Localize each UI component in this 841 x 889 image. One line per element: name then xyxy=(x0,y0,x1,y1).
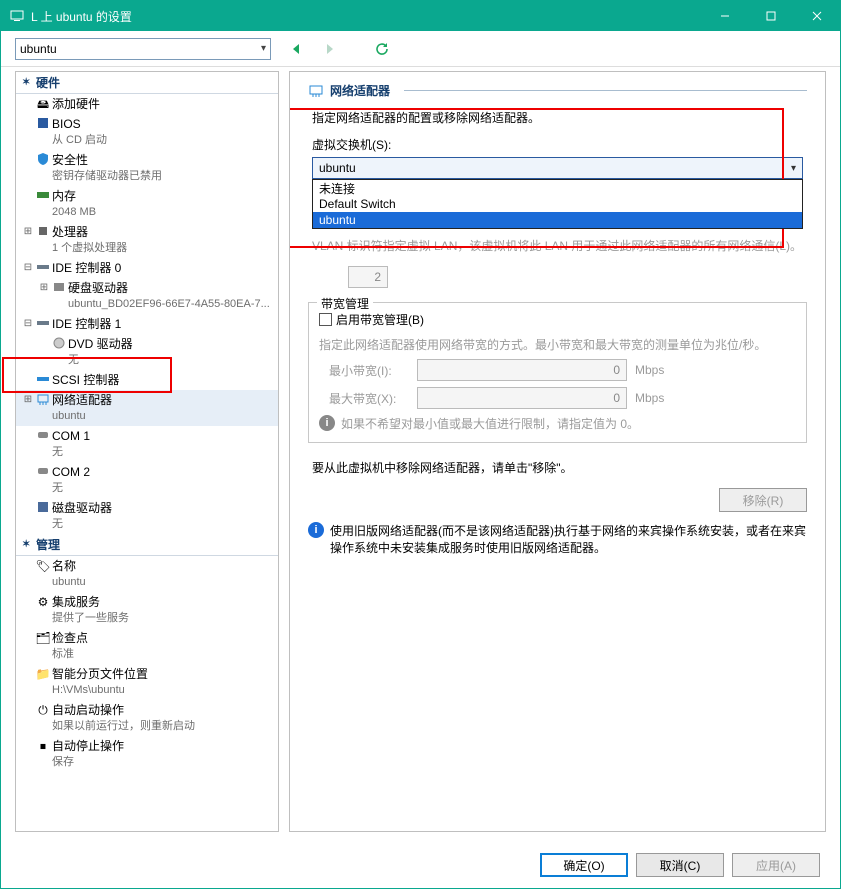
hdd-item[interactable]: ⊞硬盘驱动器ubuntu_BD02EF96-66E7-4A55-80EA-7..… xyxy=(16,278,278,314)
settings-window: L 上 ubuntu 的设置 ubuntu ▾ ✶硬件 🖴添加硬件 BIOS从 … xyxy=(0,0,841,889)
vswitch-option[interactable]: Default Switch xyxy=(313,196,802,212)
vswitch-current[interactable]: ubuntu ▾ xyxy=(312,157,803,179)
window-title: L 上 ubuntu 的设置 xyxy=(31,8,702,25)
controller-icon xyxy=(34,372,52,386)
name-item[interactable]: 🏷名称ubuntu xyxy=(16,556,278,592)
toolbar: ubuntu ▾ xyxy=(1,31,840,67)
minimize-button[interactable] xyxy=(702,1,748,31)
info-icon: i xyxy=(308,522,324,538)
add-hardware-item[interactable]: 🖴添加硬件 xyxy=(16,94,278,114)
vm-icon xyxy=(9,8,25,24)
refresh-button[interactable] xyxy=(373,40,391,58)
detail-panel: 网络适配器 指定网络适配器的配置或移除网络适配器。 虚拟交换机(S): ubun… xyxy=(289,71,826,832)
vlan-id-input: 2 xyxy=(348,266,388,288)
vswitch-option[interactable]: 未连接 xyxy=(313,180,802,196)
nic-icon xyxy=(34,392,52,406)
panel-header: 网络适配器 xyxy=(308,82,807,99)
titlebar: L 上 ubuntu 的设置 xyxy=(1,1,840,31)
legacy-info: 使用旧版网络适配器(而不是该网络适配器)执行基于网络的来宾操作系统安装，或者在来… xyxy=(330,522,807,556)
autostart-item[interactable]: ⏻自动启动操作如果以前运行过，则重新启动 xyxy=(16,700,278,736)
floppy-item[interactable]: 磁盘驱动器无 xyxy=(16,498,278,534)
bandwidth-group: 带宽管理 启用带宽管理(B) 指定此网络适配器使用网络带宽的方式。最小带宽和最大… xyxy=(308,302,807,443)
serial-icon xyxy=(34,428,52,442)
cancel-button[interactable]: 取消(C) xyxy=(636,853,724,877)
memory-icon xyxy=(34,188,52,202)
max-bw-label: 最大带宽(X): xyxy=(329,390,409,407)
vm-selector-value: ubuntu xyxy=(20,42,57,56)
disc-icon xyxy=(50,336,68,350)
chevron-down-icon: ▾ xyxy=(261,43,266,54)
dialog-footer: 确定(O) 取消(C) 应用(A) xyxy=(1,842,840,888)
services-item[interactable]: ⚙集成服务提供了一些服务 xyxy=(16,592,278,628)
cpu-icon xyxy=(34,224,52,238)
min-bw-label: 最小带宽(I): xyxy=(329,362,409,379)
memory-item[interactable]: 内存2048 MB xyxy=(16,186,278,222)
dvd-item[interactable]: DVD 驱动器无 xyxy=(16,334,278,370)
chevron-down-icon: ▾ xyxy=(791,163,796,174)
autostop-item[interactable]: ⏹自动停止操作保存 xyxy=(16,736,278,772)
apply-button: 应用(A) xyxy=(732,853,820,877)
nav-fwd-button[interactable] xyxy=(321,40,339,58)
folder-icon: 📁 xyxy=(34,666,52,682)
mgmt-section: ✶管理 xyxy=(16,534,278,556)
floppy-icon xyxy=(34,500,52,514)
close-button[interactable] xyxy=(794,1,840,31)
add-icon: 🖴 xyxy=(34,96,52,112)
controller-icon xyxy=(34,316,52,330)
vswitch-list: 未连接 Default Switch ubuntu xyxy=(312,179,803,229)
vswitch-dropdown[interactable]: ubuntu ▾ 未连接 Default Switch ubuntu xyxy=(312,157,803,179)
nic-icon xyxy=(308,83,324,99)
bandwidth-legend: 带宽管理 xyxy=(317,295,373,312)
cpu-item[interactable]: ⊞处理器1 个虚拟处理器 xyxy=(16,222,278,258)
ok-button[interactable]: 确定(O) xyxy=(540,853,628,877)
stop-icon: ⏹ xyxy=(34,738,52,754)
chip-icon xyxy=(34,116,52,130)
ide1-item[interactable]: ⊟IDE 控制器 1 xyxy=(16,314,278,334)
nav-back-button[interactable] xyxy=(287,40,305,58)
security-item[interactable]: 安全性密钥存储驱动器已禁用 xyxy=(16,150,278,186)
com1-item[interactable]: COM 1无 xyxy=(16,426,278,462)
vswitch-value: ubuntu xyxy=(319,161,356,175)
power-icon: ⏻ xyxy=(34,702,52,718)
controller-icon xyxy=(34,260,52,274)
info-icon: i xyxy=(319,415,335,431)
checkpoint-item[interactable]: 🗂检查点标准 xyxy=(16,628,278,664)
bandwidth-info: 如果不希望对最小值或最大值进行限制，请指定值为 0。 xyxy=(341,415,639,432)
tag-icon: 🏷 xyxy=(34,558,52,574)
ide0-item[interactable]: ⊟IDE 控制器 0 xyxy=(16,258,278,278)
checkbox-icon[interactable] xyxy=(319,313,332,326)
hardware-section: ✶硬件 xyxy=(16,72,278,94)
panel-desc: 指定网络适配器的配置或移除网络适配器。 xyxy=(312,109,807,126)
com2-item[interactable]: COM 2无 xyxy=(16,462,278,498)
pagefile-item[interactable]: 📁智能分页文件位置H:\VMs\ubuntu xyxy=(16,664,278,700)
max-bw-input: 0 xyxy=(417,387,627,409)
maximize-button[interactable] xyxy=(748,1,794,31)
checkpoint-icon: 🗂 xyxy=(34,630,52,646)
scsi-item[interactable]: SCSI 控制器 xyxy=(16,370,278,390)
vm-selector[interactable]: ubuntu ▾ xyxy=(15,38,271,60)
vlan-desc: VLAN 标识符指定虚拟 LAN，该虚拟机将此 LAN 用于通过此网络适配器的所… xyxy=(312,237,803,254)
bandwidth-enable-row[interactable]: 启用带宽管理(B) xyxy=(319,311,796,328)
bandwidth-desc: 指定此网络适配器使用网络带宽的方式。最小带宽和最大带宽的测量单位为兆位/秒。 xyxy=(319,336,796,353)
gear-icon: ⚙ xyxy=(34,594,52,610)
vswitch-option[interactable]: ubuntu xyxy=(313,212,802,228)
nic-item[interactable]: ⊞网络适配器ubuntu xyxy=(16,390,278,426)
vswitch-label: 虚拟交换机(S): xyxy=(312,136,807,153)
min-bw-input: 0 xyxy=(417,359,627,381)
remove-button: 移除(R) xyxy=(719,488,807,512)
settings-tree[interactable]: ✶硬件 🖴添加硬件 BIOS从 CD 启动 安全性密钥存储驱动器已禁用 内存20… xyxy=(15,71,279,832)
serial-icon xyxy=(34,464,52,478)
shield-icon xyxy=(34,152,52,166)
remove-desc: 要从此虚拟机中移除网络适配器，请单击"移除"。 xyxy=(312,459,803,476)
hdd-icon xyxy=(50,280,68,294)
bios-item[interactable]: BIOS从 CD 启动 xyxy=(16,114,278,150)
